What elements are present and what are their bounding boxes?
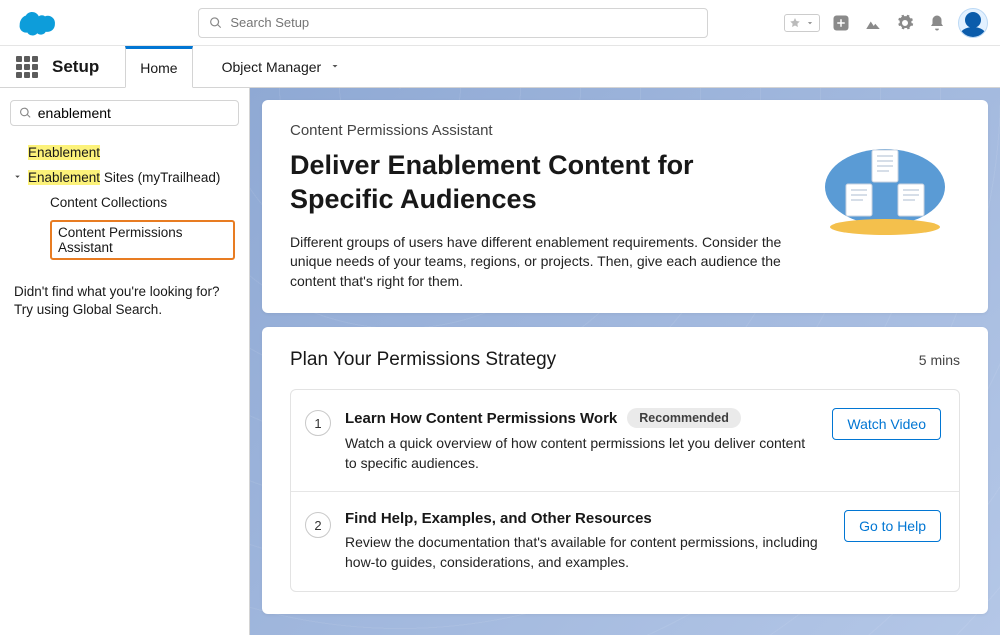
app-name: Setup [52,57,99,77]
chevron-down-icon [805,18,815,28]
page-description: Different groups of users have different… [290,233,790,292]
tab-label: Home [140,60,177,76]
trailhead-icon[interactable] [862,12,884,34]
global-search-input[interactable] [230,15,697,30]
tree-label-highlight: Enablement [28,170,100,185]
step-list: 1 Learn How Content Permissions Work Rec… [290,389,960,591]
chevron-down-icon [329,59,341,75]
tab-object-manager[interactable]: Object Manager [207,46,357,88]
section-duration: 5 mins [919,352,960,368]
watch-video-button[interactable]: Watch Video [832,408,941,440]
recommended-badge: Recommended [627,408,741,428]
header-utilities [784,8,988,38]
step-title: Find Help, Examples, and Other Resources [345,510,652,527]
chevron-down-icon [10,170,24,185]
favorites-dropdown[interactable] [784,14,820,32]
section-title: Plan Your Permissions Strategy [290,349,556,371]
tree-section-enablement-sites[interactable]: Enablement Sites (myTrailhead) [10,165,239,190]
hero-illustration [810,132,960,242]
step-description: Review the documentation that's availabl… [345,533,818,572]
step-title: Learn How Content Permissions Work [345,410,617,427]
tree-label-highlight: Enablement [28,145,100,160]
step-item: 1 Learn How Content Permissions Work Rec… [291,390,959,491]
page-eyebrow: Content Permissions Assistant [290,122,790,139]
tree-label: Sites (myTrailhead) [100,170,220,185]
tree-root-enablement[interactable]: Enablement [10,140,239,165]
step-item: 2 Find Help, Examples, and Other Resourc… [291,491,959,590]
notifications-icon[interactable] [926,12,948,34]
quick-find-help-text: Didn't find what you're looking for? Try… [10,283,239,319]
tree-item-content-permissions-assistant[interactable]: Content Permissions Assistant [10,215,239,265]
tree-item-content-collections[interactable]: Content Collections [10,190,239,215]
user-avatar[interactable] [958,8,988,38]
tree-label: Content Collections [50,195,167,210]
add-button[interactable] [830,12,852,34]
app-launcher-icon[interactable] [16,56,38,78]
tab-home[interactable]: Home [125,46,192,88]
search-icon [19,106,32,120]
setup-tree-sidebar: Enablement Enablement Sites (myTrailhead… [0,88,250,635]
setup-gear-icon[interactable] [894,12,916,34]
search-icon [209,16,222,30]
step-number: 2 [305,512,331,538]
quick-find-input[interactable] [38,105,230,121]
steps-card: Plan Your Permissions Strategy 5 mins 1 … [262,327,988,613]
tab-label: Object Manager [222,59,322,75]
step-number: 1 [305,410,331,436]
global-header [0,0,1000,46]
tree-label: Content Permissions Assistant [50,220,235,260]
step-description: Watch a quick overview of how content pe… [345,434,806,473]
context-bar: Setup Home Object Manager [0,46,1000,88]
global-search[interactable] [198,8,708,38]
hero-card: Content Permissions Assistant Deliver En… [262,100,988,313]
main-content: Content Permissions Assistant Deliver En… [250,88,1000,635]
quick-find[interactable] [10,100,239,126]
go-to-help-button[interactable]: Go to Help [844,510,941,542]
star-icon [789,17,801,29]
page-title: Deliver Enablement Content for Specific … [290,149,790,217]
salesforce-logo [12,8,58,38]
